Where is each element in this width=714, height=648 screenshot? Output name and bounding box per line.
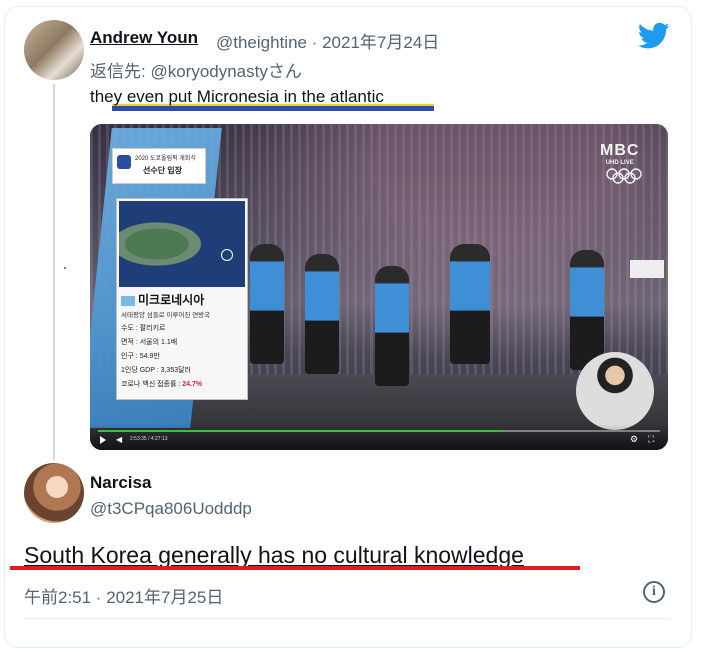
video-player[interactable]: 2020 도쿄올림픽 개회식 선수단 입장 미크로네시아 서태평양 섬들로 이루… <box>90 124 668 450</box>
broadcaster-sub: UHD LIVE <box>605 160 634 166</box>
stray-dot <box>64 267 66 269</box>
settings-gear-icon[interactable]: ⚙ <box>630 434 638 445</box>
highlight-underline-red <box>10 566 580 570</box>
fullscreen-icon[interactable]: ⛶ <box>648 434 654 445</box>
volume-icon[interactable]: ◀ <box>116 435 122 444</box>
play-icon[interactable] <box>100 436 106 444</box>
divider <box>24 618 669 619</box>
fact-vaccination: 코로나 백신 접종률 : 24.7% <box>121 379 202 389</box>
tokyo-olympics-logo-icon <box>117 155 131 169</box>
athlete <box>250 244 284 364</box>
thread-line <box>53 84 55 460</box>
fact-vaccination-value: 24.7% <box>182 381 203 388</box>
reply-to-line[interactable]: 返信先: @koryodynastyさん <box>90 57 302 82</box>
twitter-bird-icon[interactable] <box>638 22 670 50</box>
flag-swatch-icon <box>121 295 135 306</box>
broadcaster-logo: MBC UHD LIVE <box>600 142 639 166</box>
country-subtitle: 서태평양 섬들로 이루어진 연방국 <box>121 312 211 319</box>
player-time: 2:53:35 / 4:27:13 <box>130 436 168 442</box>
fact-area: 면적 : 서울의 1.1배 <box>121 339 178 346</box>
broadcaster-name: MBC <box>600 142 640 159</box>
country-map <box>119 201 245 287</box>
athlete <box>450 244 490 364</box>
author-name[interactable]: Andrew Youn <box>90 28 198 48</box>
author-handle-date[interactable]: @theightine · 2021年7月24日 <box>216 28 439 53</box>
sign-language-interpreter <box>576 352 654 430</box>
country-title: 미크로네시아 <box>121 291 204 308</box>
fact-capital: 수도 : 팔리키르 <box>121 325 166 332</box>
country-name: 미크로네시아 <box>138 293 205 307</box>
fact-population: 인구 : 54.9만 <box>121 353 160 360</box>
country-nameplate <box>630 260 664 278</box>
athlete <box>570 250 604 370</box>
player-controls <box>90 424 668 450</box>
tweet-text: South Korea generally has no cultural kn… <box>24 542 524 568</box>
athlete <box>305 254 339 374</box>
country-info-panel: 미크로네시아 서태평양 섬들로 이루어진 연방국 수도 : 팔리키르 면적 : … <box>116 198 248 400</box>
caption-line1: 2020 도쿄올림픽 개회식 <box>135 156 196 162</box>
olympic-rings-icon <box>606 168 642 184</box>
author-handle[interactable]: @t3CPqa806Uodddp <box>90 499 252 519</box>
info-icon[interactable]: i <box>643 581 665 603</box>
tweet-timestamp[interactable]: 午前2:51 · 2021年7月25日 <box>24 583 223 608</box>
author-name[interactable]: Narcisa <box>90 473 151 493</box>
avatar[interactable] <box>24 463 84 523</box>
broadcast-caption: 2020 도쿄올림픽 개회식 선수단 입장 <box>112 148 206 184</box>
progress-bar[interactable] <box>98 430 503 432</box>
caption-line2: 선수단 입장 <box>143 166 183 175</box>
avatar[interactable] <box>24 20 84 80</box>
map-location-marker-icon <box>221 249 233 261</box>
athlete <box>375 266 409 386</box>
fact-gdp: 1인당 GDP : 3,353달러 <box>121 367 191 374</box>
tweet-text: they even put Micronesia in the atlantic <box>90 87 384 106</box>
progress-bar-remaining[interactable] <box>503 430 660 432</box>
fact-vaccination-label: 코로나 백신 접종률 : <box>121 381 183 388</box>
